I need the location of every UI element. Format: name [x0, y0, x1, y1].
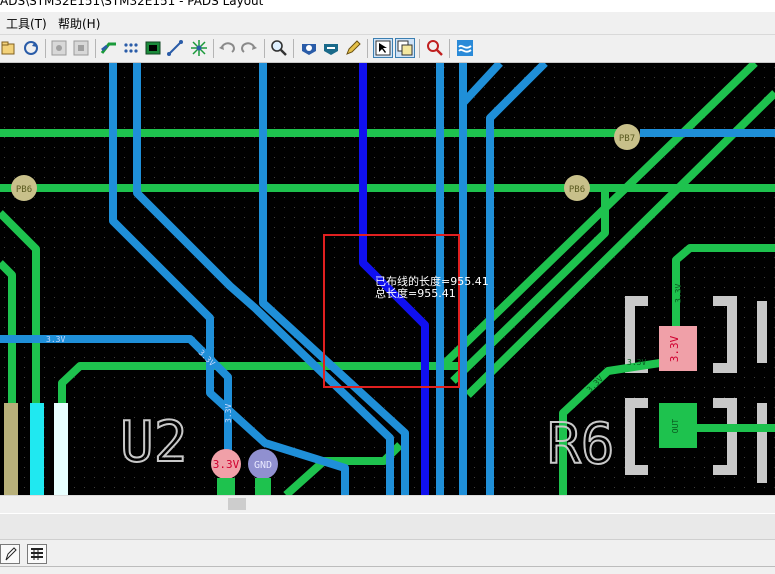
toolbar-separator	[264, 39, 265, 58]
refdes-u2: U2	[120, 410, 187, 475]
route-icon[interactable]	[100, 39, 118, 57]
grid-view-icon[interactable]	[27, 544, 47, 564]
redo-icon[interactable]	[240, 39, 258, 57]
starburst-icon[interactable]	[190, 39, 208, 57]
status-divider	[0, 566, 775, 567]
total-length-text: 总长度=955.41	[375, 286, 456, 300]
menu-tools[interactable]: 工具(T)	[6, 15, 47, 32]
scrollbar-thumb[interactable]	[228, 498, 246, 510]
refdes-r6: R6	[547, 412, 614, 477]
select-mode-icon[interactable]	[373, 38, 393, 58]
net-label-pb6-left-text: PB6	[16, 185, 32, 195]
open-icon[interactable]	[0, 39, 18, 57]
status-bar	[0, 539, 775, 574]
connector-pad-1	[4, 403, 18, 495]
autoroute-icon[interactable]	[122, 39, 140, 57]
stack-icon[interactable]	[395, 38, 415, 58]
pad-gnd-stub	[255, 478, 271, 495]
window-title: ADS\STM32E151\STM32E151 - PADS Layout	[0, 0, 264, 8]
net-label-3v3-a: 3.3V	[46, 335, 65, 344]
wave-icon[interactable]	[456, 39, 474, 57]
view-b-icon[interactable]	[322, 39, 340, 57]
pad-3v3-label: 3.3V	[213, 458, 240, 471]
routed-length-text: 已布线的长度=955.41	[375, 274, 489, 288]
undo-icon[interactable]	[218, 39, 236, 57]
pen-icon[interactable]	[344, 39, 362, 57]
menu-bar: 工具(T) 帮助(H)	[0, 12, 775, 35]
lower-panel	[0, 513, 775, 540]
refresh-icon[interactable]	[22, 39, 40, 57]
main-toolbar	[0, 35, 775, 63]
pcb-canvas[interactable]: 3.3V OUT 3.3V GND PB6 PB6 PB7 3.3V 3.3V …	[0, 63, 775, 495]
connector-pad-3	[54, 403, 68, 495]
pcb-drawing[interactable]: 3.3V OUT 3.3V GND PB6 PB6 PB7 3.3V 3.3V …	[0, 63, 775, 495]
board-icon[interactable]	[144, 39, 162, 57]
toolbar-separator	[419, 39, 420, 58]
toolbar-separator	[95, 39, 96, 58]
toolbar-separator	[45, 39, 46, 58]
pencil-icon[interactable]	[0, 544, 20, 564]
toolbar-separator	[367, 39, 368, 58]
net-label-3v3-f: 3.3V	[674, 284, 683, 303]
horizontal-scrollbar[interactable]	[0, 495, 775, 513]
u-pad-label: OUT	[671, 419, 680, 434]
pad-3v3-stub	[217, 478, 235, 495]
toolbar-separator	[213, 39, 214, 58]
verify-icon[interactable]	[426, 39, 444, 57]
zoom-icon[interactable]	[270, 39, 288, 57]
net-label-3v3-d: 3.3V	[627, 358, 646, 367]
toolbar-separator	[293, 39, 294, 58]
layer-b-icon[interactable]	[72, 39, 90, 57]
r6-pad-label: 3.3V	[668, 335, 681, 362]
connector-pad-2	[30, 403, 44, 495]
pad-gnd-label: GND	[254, 460, 272, 471]
view-a-icon[interactable]	[300, 39, 318, 57]
diagonal-icon[interactable]	[166, 39, 184, 57]
layer-a-icon[interactable]	[50, 39, 68, 57]
net-label-pb6-right-text: PB6	[569, 185, 585, 195]
net-label-pb7-text: PB7	[619, 134, 635, 144]
net-label-3v3-c: 3.3V	[224, 404, 233, 423]
menu-help[interactable]: 帮助(H)	[58, 15, 100, 32]
title-bar: ADS\STM32E151\STM32E151 - PADS Layout	[0, 0, 775, 12]
toolbar-separator	[449, 39, 450, 58]
